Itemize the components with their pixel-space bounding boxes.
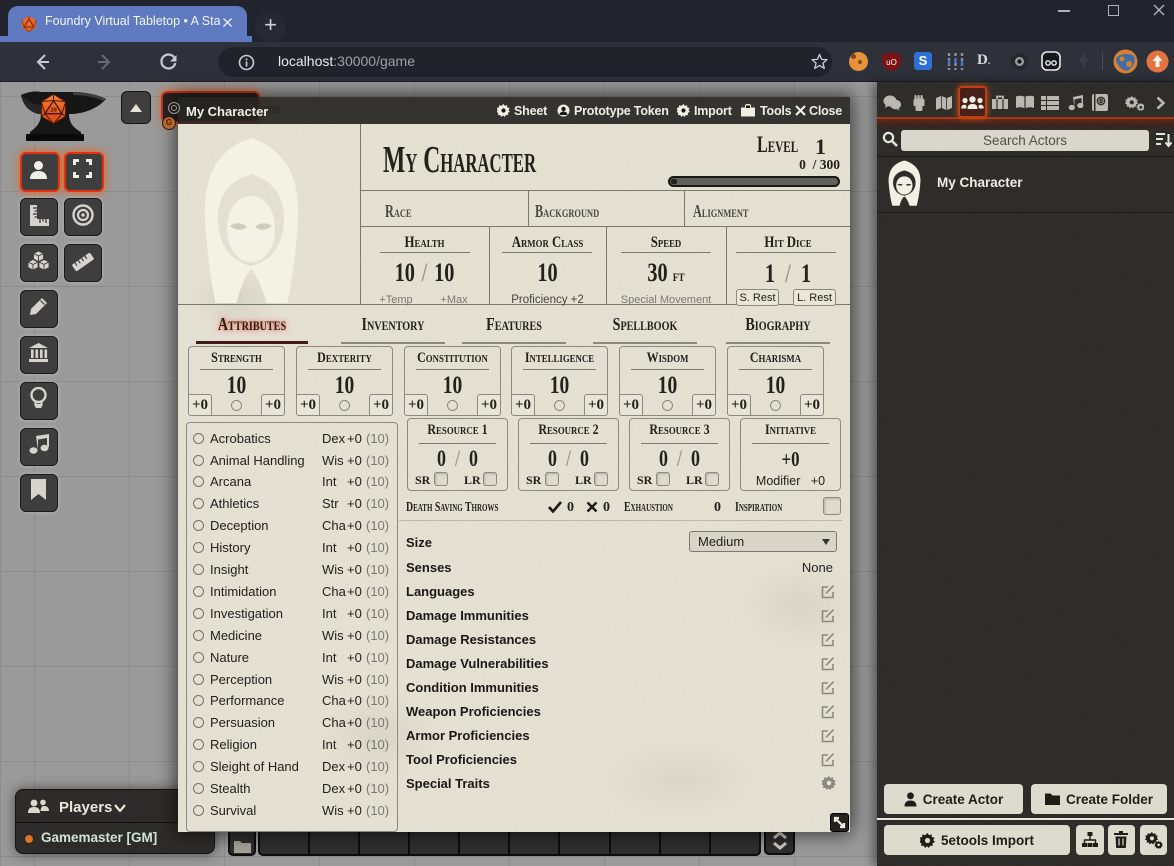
svg-text:20: 20	[50, 106, 57, 113]
svg-text:uO: uO	[886, 58, 897, 67]
